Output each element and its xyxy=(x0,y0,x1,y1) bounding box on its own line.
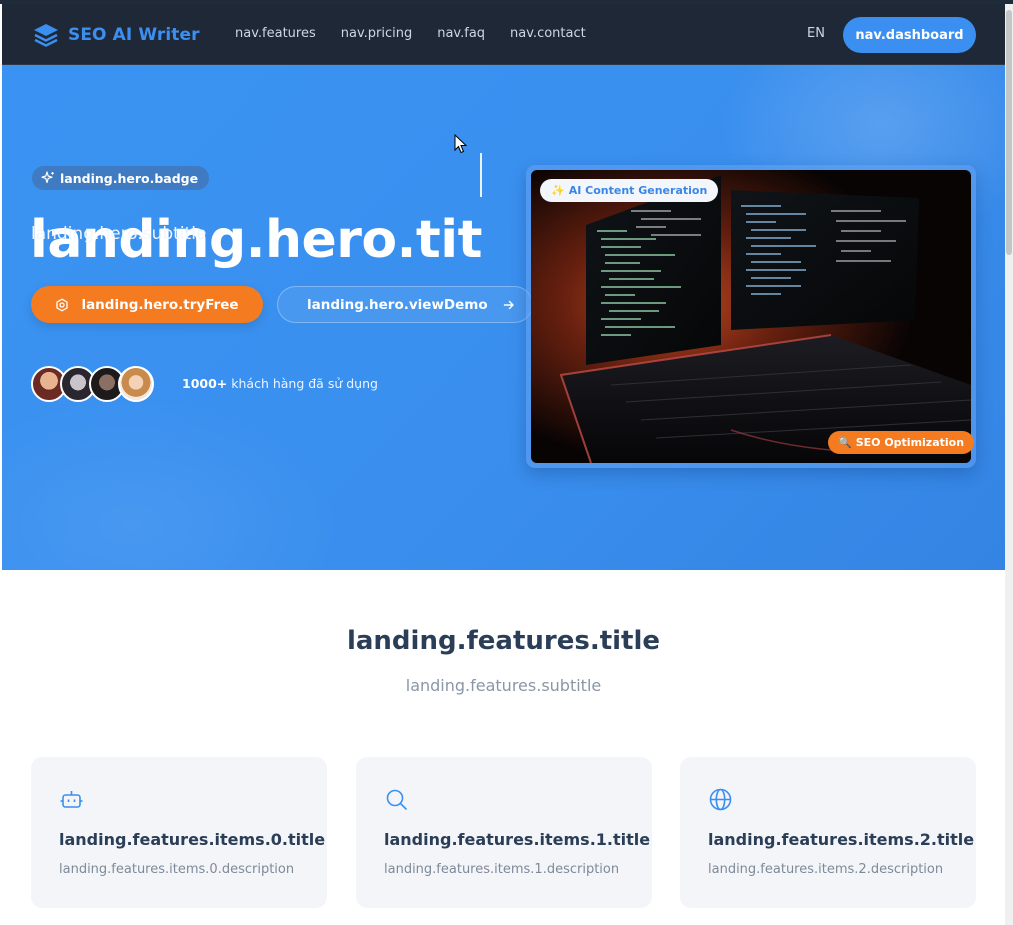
language-switcher[interactable]: EN xyxy=(807,26,825,41)
seo-optimization-pill: 🔍 SEO Optimization xyxy=(828,431,975,454)
laptop-keyboard-image xyxy=(531,170,971,463)
ai-content-pill-label: AI Content Generation xyxy=(568,184,708,197)
nav-link-faq[interactable]: nav.faq xyxy=(437,26,485,41)
globe-icon xyxy=(709,788,732,811)
view-demo-label: landing.hero.viewDemo xyxy=(307,296,488,313)
view-demo-button[interactable]: landing.hero.viewDemo xyxy=(277,286,533,323)
features-subtitle: landing.features.subtitle xyxy=(405,676,602,695)
target-icon xyxy=(56,297,69,312)
try-free-label: landing.hero.tryFree xyxy=(81,296,239,313)
robot-icon xyxy=(60,791,83,808)
seo-pill-label: SEO Optimization xyxy=(855,436,965,449)
logo-text: SEO AI Writer xyxy=(68,25,200,45)
nav-link-features[interactable]: nav.features xyxy=(235,26,316,41)
nav-link-pricing[interactable]: nav.pricing xyxy=(341,26,412,41)
hero-badge-label: landing.hero.badge xyxy=(60,170,199,186)
layers-icon xyxy=(34,24,58,47)
feature-title: landing.features.items.1.title xyxy=(384,830,651,849)
hero-glow-secondary xyxy=(2,395,342,570)
sparkles-icon xyxy=(41,171,54,184)
dashboard-button[interactable]: nav.dashboard xyxy=(843,17,976,53)
ai-content-pill: ✨ AI Content Generation xyxy=(540,179,719,202)
feature-description: landing.features.items.2.description xyxy=(708,862,944,877)
social-proof-count: 1000+ xyxy=(182,376,228,391)
nav-link-contact[interactable]: nav.contact xyxy=(510,26,586,41)
sparkle-emoji-icon: ✨ xyxy=(551,184,565,197)
features-title: landing.features.title xyxy=(346,626,661,656)
hero-badge: landing.hero.badge xyxy=(32,166,210,190)
hero-subtitle: landing.hero.subtitle xyxy=(31,224,207,244)
feature-description: landing.features.items.1.description xyxy=(384,862,620,877)
feature-card: landing.features.items.1.title landing.f… xyxy=(356,757,652,908)
avatar xyxy=(118,366,154,402)
social-proof-label: khách hàng đã sử dụng xyxy=(231,376,378,391)
scrollbar-thumb[interactable] xyxy=(1006,10,1012,255)
feature-card: landing.features.items.0.title landing.f… xyxy=(31,757,327,908)
hero-section: landing.hero.badge landing.hero.title la… xyxy=(2,65,1005,570)
top-navbar: SEO AI Writer nav.features nav.pricing n… xyxy=(2,4,1005,65)
social-proof-text: 1000+ khách hàng đã sử dụng xyxy=(182,376,378,391)
search-icon xyxy=(386,789,407,810)
hero-image xyxy=(531,170,971,463)
magnifier-emoji-icon: 🔍 xyxy=(838,436,852,449)
try-free-button[interactable]: landing.hero.tryFree xyxy=(31,286,263,323)
arrow-right-icon xyxy=(503,300,514,309)
feature-card: landing.features.items.2.title landing.f… xyxy=(680,757,976,908)
customer-avatars xyxy=(31,366,154,402)
hero-image-card xyxy=(526,165,976,468)
typing-caret xyxy=(480,153,482,197)
feature-title: landing.features.items.2.title xyxy=(708,830,975,849)
feature-description: landing.features.items.0.description xyxy=(59,862,295,877)
feature-title: landing.features.items.0.title xyxy=(59,830,326,849)
nav-links: nav.features nav.pricing nav.faq nav.con… xyxy=(235,26,611,41)
mouse-cursor-icon xyxy=(454,134,468,154)
logo[interactable]: SEO AI Writer xyxy=(32,21,200,49)
